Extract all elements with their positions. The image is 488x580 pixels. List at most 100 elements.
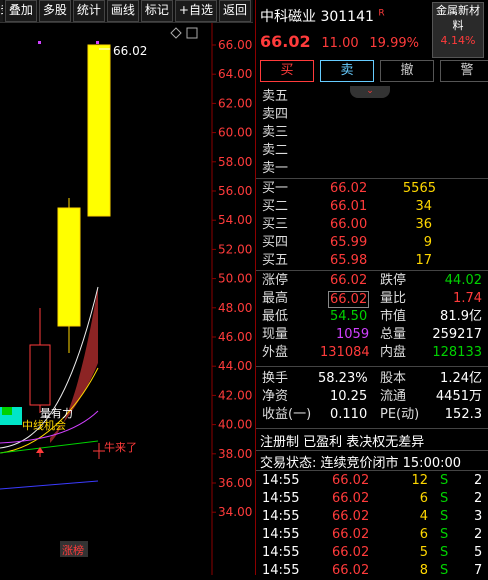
- quote-panel: 中科磁业 301141 R 金属新材 料 4.14% 66.02 11.00 1…: [256, 0, 488, 578]
- tick-price: 66.02: [332, 473, 370, 488]
- toolbar-draw-button[interactable]: 画线: [106, 0, 139, 22]
- separator: [256, 428, 488, 429]
- tick-count: 2: [474, 491, 483, 506]
- stats-table-2: 换手 58.23% 股本 1.24亿 净资 10.25 流通 4451万 收益(一) 0.11…: [256, 370, 488, 424]
- buy-row[interactable]: 买二 66.01 34: [256, 198, 488, 216]
- candle-1[interactable]: [29, 308, 51, 413]
- tick-count: 5: [474, 545, 483, 560]
- stat-label: 现量: [262, 327, 289, 342]
- buy-level-label: 买四: [262, 235, 289, 250]
- stat-value: 131084: [320, 345, 370, 360]
- sell-orderbook: 卖五 卖四 卖三 卖二 卖一: [256, 88, 488, 178]
- toolbar-add-watchlist-button[interactable]: +自选: [174, 0, 217, 22]
- y-axis-tick-label: 60.00: [218, 126, 252, 140]
- current-price: 66.02: [260, 32, 311, 51]
- tick-row: 14:55 66.02 12 S 2: [256, 472, 488, 490]
- y-axis-tick-label: 58.00: [218, 155, 252, 169]
- tick-vol: 4: [419, 509, 428, 524]
- y-axis-tick-label: 56.00: [218, 184, 252, 198]
- box-icon[interactable]: [186, 27, 198, 39]
- tick-count: 3: [474, 509, 483, 524]
- toolbar-stats-button[interactable]: 统计: [72, 0, 105, 22]
- tick-price: 66.02: [332, 563, 370, 578]
- toolbar-mark-button[interactable]: 标记: [140, 0, 173, 22]
- sector-change: 4.14%: [440, 34, 476, 47]
- stat-value: 44.02: [444, 273, 482, 288]
- tick-time: 14:55: [262, 509, 300, 524]
- buy-level-label: 买三: [262, 217, 289, 232]
- stat-value: 0.110: [330, 407, 368, 422]
- separator: [256, 470, 488, 471]
- buy-level-label: 买二: [262, 199, 289, 214]
- buy-level-label: 买一: [262, 181, 289, 196]
- buy-orderbook: 买一 66.02 5565 买二 66.01 34 买三 66.00 36 买四 65.99 9…: [256, 180, 488, 270]
- y-axis-tick-label: 46.00: [218, 330, 252, 344]
- sector-badge[interactable]: 金属新材 料 4.14%: [432, 2, 484, 58]
- buy-level-vol: 9: [423, 235, 432, 250]
- buy-row[interactable]: 买三 66.00 36: [256, 216, 488, 234]
- toolbar: 多股 叠加 多股 统计 画线 标记 +自选 返回: [0, 0, 253, 23]
- stock-header: 中科磁业 301141 R: [260, 6, 385, 26]
- ma-line-green: [0, 440, 99, 454]
- price-bar: 66.02 11.00 19.99%: [260, 32, 419, 51]
- marker-dot: [96, 41, 99, 44]
- annotation-bull: 牛来了: [104, 440, 137, 454]
- tick-time: 14:55: [262, 545, 300, 560]
- candle-3[interactable]: [87, 44, 111, 217]
- stat-value: 4451万: [435, 389, 482, 404]
- y-axis-tick-label: 52.00: [218, 242, 252, 256]
- sell-level-3: 卖三: [262, 125, 289, 140]
- buy-level-price: 66.00: [330, 217, 368, 232]
- stat-label: 最高: [262, 291, 289, 306]
- sell-level-5: 卖五: [262, 89, 289, 104]
- stat-label: 流通: [380, 389, 407, 404]
- sell-level-1: 卖一: [262, 161, 289, 176]
- buy-row[interactable]: 买一 66.02 5565: [256, 180, 488, 198]
- sector-name-line1: 金属新材: [436, 4, 480, 17]
- y-axis-tick-label: 54.00: [218, 213, 252, 227]
- stat-label: 市值: [380, 309, 407, 324]
- bottom-tag-label: 涨榜: [62, 543, 84, 557]
- stat-label: 涨停: [262, 273, 289, 288]
- tick-vol: 6: [419, 491, 428, 506]
- tick-list[interactable]: 14:55 66.02 12 S 2 14:55 66.02 6 S 2 14:55 66.02 4…: [256, 472, 488, 578]
- tick-time: 14:55: [262, 473, 300, 488]
- tick-price: 66.02: [332, 527, 370, 542]
- tick-row: 14:55 66.02 6 S 2: [256, 490, 488, 508]
- toolbar-overlay-button[interactable]: 叠加: [4, 0, 37, 22]
- stat-value: 58.23%: [318, 371, 368, 386]
- alert-button[interactable]: 警: [440, 60, 488, 82]
- kline-chart[interactable]: 66.00 64.00 62.00 60.00 58.00 56.00 54.00 52.00…: [0, 23, 253, 575]
- toolbar-item-0[interactable]: 多股: [0, 0, 3, 22]
- buy-row[interactable]: 买四 65.99 9: [256, 234, 488, 252]
- toolbar-back-button[interactable]: 返回: [218, 0, 251, 22]
- y-axis-tick-label: 36.00: [218, 476, 252, 490]
- stat-value: 152.3: [444, 407, 482, 422]
- stat-label: 外盘: [262, 345, 289, 360]
- buy-level-price: 66.01: [330, 199, 368, 214]
- buy-button[interactable]: 买: [260, 60, 314, 82]
- stat-value: 1059: [336, 327, 370, 342]
- candle-2[interactable]: [57, 198, 81, 353]
- stat-label: 最低: [262, 309, 289, 324]
- tick-side: S: [440, 545, 449, 560]
- toolbar-multi-stock-button[interactable]: 多股: [38, 0, 71, 22]
- tick-vol: 6: [419, 527, 428, 542]
- tick-side: S: [440, 527, 449, 542]
- stat-value: 128133: [432, 345, 482, 360]
- tick-side: S: [440, 509, 449, 524]
- tick-time: 14:55: [262, 527, 300, 542]
- signal-block: [2, 407, 12, 415]
- sector-name-line2: 料: [452, 19, 464, 32]
- diamond-icon[interactable]: [170, 27, 182, 39]
- tick-price: 66.02: [332, 545, 370, 560]
- buy-level-price: 65.98: [330, 253, 368, 268]
- stat-label: 收益(一): [262, 407, 312, 422]
- stats-table: 涨停 66.02 跌停 44.02 最高 66.02 量比 1.74 最低 54.50 市值 81…: [256, 272, 488, 362]
- buy-level-vol: 34: [415, 199, 432, 214]
- sell-button[interactable]: 卖: [320, 60, 374, 82]
- tick-time: 14:55: [262, 491, 300, 506]
- buy-row[interactable]: 买五 65.98 17: [256, 252, 488, 270]
- tick-price: 66.02: [332, 509, 370, 524]
- cancel-button[interactable]: 撤: [380, 60, 434, 82]
